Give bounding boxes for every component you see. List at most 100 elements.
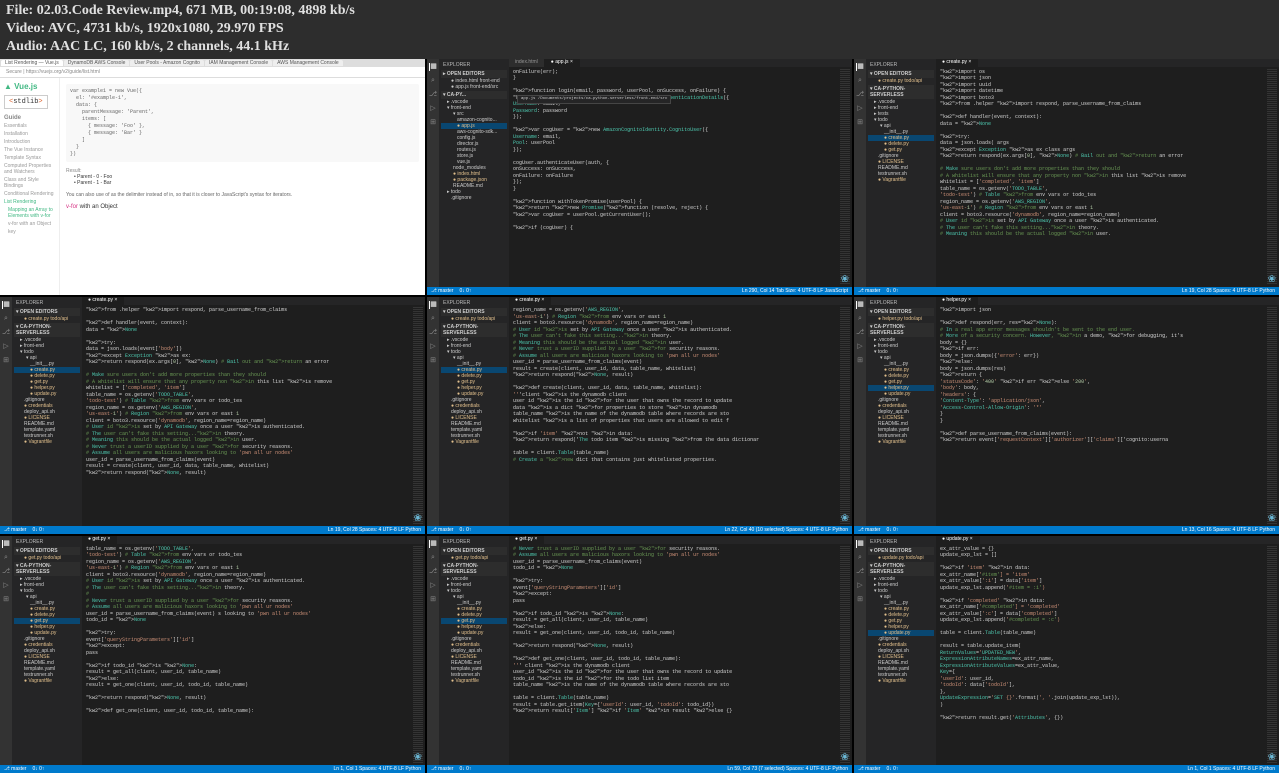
tree-file[interactable]: .gitignore <box>441 195 507 201</box>
minimap[interactable] <box>411 544 425 765</box>
code-editor[interactable]: onFailure(err);} "kw2">function login(em… <box>509 67 852 288</box>
git-branch[interactable]: ⎇ master <box>4 766 26 772</box>
code-editor[interactable]: # Never trust a userID supplied by a use… <box>509 544 852 765</box>
project-root[interactable]: ▾ CA-PYTHON-SERVERLESS <box>14 323 80 337</box>
git-branch[interactable]: ⎇ master <box>431 766 453 772</box>
open-editors[interactable]: ▾ OPEN EDITORS <box>868 70 934 78</box>
files-icon[interactable]: ▦ <box>856 540 864 548</box>
code-editor[interactable]: region_name = os.getenv('AWS_REGION', 'u… <box>509 305 852 526</box>
extensions-icon[interactable]: ⊞ <box>856 357 864 365</box>
editor-tab[interactable]: ● app.js × <box>545 59 580 67</box>
sidebar-item[interactable]: List Rendering <box>4 199 55 205</box>
minimap[interactable] <box>1265 67 1279 288</box>
editor-tab[interactable]: ● get.py × <box>82 536 117 544</box>
code-editor[interactable]: table_name = os.getenv('TODO_TABLE', 'to… <box>82 544 425 765</box>
git-sync[interactable]: 0↓ 0↑ <box>459 288 471 294</box>
files-icon[interactable]: ▦ <box>429 63 437 71</box>
git-sync[interactable]: 0↓ 0↑ <box>886 527 898 533</box>
browser-tab[interactable]: AWS Management Console <box>273 60 343 66</box>
git-branch[interactable]: ⎇ master <box>858 766 880 772</box>
sidebar-subitem[interactable]: Mapping an Array to Elements with v-for <box>4 207 55 219</box>
open-file[interactable]: ● create.py todo/api <box>868 78 934 84</box>
tree-file[interactable]: ● Vagrantfile <box>14 439 80 445</box>
sidebar-item[interactable]: Essentials <box>4 123 55 129</box>
status-right[interactable]: Ln 59, Col 73 (7 selected) Spaces: 4 UTF… <box>727 766 848 772</box>
sidebar-item[interactable]: Class and Style Bindings <box>4 177 55 189</box>
editor-tab[interactable]: ● helper.py × <box>936 297 978 305</box>
project-root[interactable]: ▾ CA-PYTHON-SERVERLESS <box>14 562 80 576</box>
browser-tab[interactable]: DynamoDB AWS Console <box>64 60 130 66</box>
project-root[interactable]: ▾ CA-PYTHON-SERVERLESS <box>441 323 507 337</box>
files-icon[interactable]: ▦ <box>2 540 10 548</box>
git-sync[interactable]: 0↓ 0↑ <box>459 766 471 772</box>
search-icon[interactable]: ⌕ <box>429 554 437 562</box>
git-sync[interactable]: 0↓ 0↑ <box>886 766 898 772</box>
tree-file[interactable]: ● Vagrantfile <box>14 678 80 684</box>
open-editors[interactable]: ▾ OPEN EDITORS <box>441 308 507 316</box>
open-file[interactable]: ● get.py todo/api <box>14 555 80 561</box>
code-editor[interactable]: "kw2">import os"kw2">import json"kw2">im… <box>936 67 1279 288</box>
extensions-icon[interactable]: ⊞ <box>2 357 10 365</box>
open-file[interactable]: ● get.py todo/api <box>441 555 507 561</box>
git-icon[interactable]: ⎇ <box>429 91 437 99</box>
extensions-icon[interactable]: ⊞ <box>429 596 437 604</box>
debug-icon[interactable]: ▷ <box>2 582 10 590</box>
sidebar-item[interactable]: Installation <box>4 131 55 137</box>
sidebar-item[interactable]: Introduction <box>4 139 55 145</box>
code-editor[interactable]: "kw2">import json "kw2">def respond(err,… <box>936 305 1279 526</box>
tree-file[interactable]: ● Vagrantfile <box>868 177 934 183</box>
git-icon[interactable]: ⎇ <box>856 568 864 576</box>
git-branch[interactable]: ⎇ master <box>431 288 453 294</box>
extensions-icon[interactable]: ⊞ <box>2 596 10 604</box>
extensions-icon[interactable]: ⊞ <box>856 596 864 604</box>
files-icon[interactable]: ▦ <box>856 63 864 71</box>
sidebar-subitem[interactable]: v-for with an Object <box>4 221 55 227</box>
debug-icon[interactable]: ▷ <box>856 343 864 351</box>
status-right[interactable]: Ln 19, Col 28 Spaces: 4 UTF-8 LF Python <box>1182 288 1275 294</box>
project-root[interactable]: ▾ CA-PYTHON-SERVERLESS <box>868 323 934 337</box>
browser-tab[interactable]: IAM Management Console <box>205 60 272 66</box>
tree-file[interactable]: ● Vagrantfile <box>868 439 934 445</box>
open-editors[interactable]: ▾ OPEN EDITORS <box>868 308 934 316</box>
status-right[interactable]: Ln 19, Col 28 Spaces: 4 UTF-8 LF Python <box>328 527 421 533</box>
git-icon[interactable]: ⎇ <box>2 329 10 337</box>
git-branch[interactable]: ⎇ master <box>4 527 26 533</box>
browser-tab[interactable]: List Rendering — Vue.js <box>1 60 63 66</box>
search-icon[interactable]: ⌕ <box>856 77 864 85</box>
open-file[interactable]: ● update.py todo/api <box>868 555 934 561</box>
editor-tab[interactable]: ● update.py × <box>936 536 980 544</box>
debug-icon[interactable]: ▷ <box>429 343 437 351</box>
git-sync[interactable]: 0↓ 0↑ <box>459 527 471 533</box>
git-icon[interactable]: ⎇ <box>429 568 437 576</box>
open-editors[interactable]: ▾ OPEN EDITORS <box>14 308 80 316</box>
git-sync[interactable]: 0↓ 0↑ <box>32 527 44 533</box>
open-editors[interactable]: ▾ OPEN EDITORS <box>441 547 507 555</box>
open-file[interactable]: ● app.js front-end/src <box>441 84 507 90</box>
files-icon[interactable]: ▦ <box>856 301 864 309</box>
git-sync[interactable]: 0↓ 0↑ <box>886 288 898 294</box>
minimap[interactable] <box>838 67 852 288</box>
debug-icon[interactable]: ▷ <box>429 582 437 590</box>
address-bar[interactable]: Secure | https://vuejs.org/v2/guide/list… <box>0 67 425 78</box>
open-file[interactable]: ● index.html front-end <box>441 78 507 84</box>
open-editors[interactable]: ▾ OPEN EDITORS <box>14 547 80 555</box>
search-icon[interactable]: ⌕ <box>2 554 10 562</box>
open-editors[interactable]: ▸ OPEN EDITORS <box>441 70 507 78</box>
editor-tab[interactable]: ● get.py × <box>509 536 544 544</box>
files-icon[interactable]: ▦ <box>2 301 10 309</box>
status-right[interactable]: Ln 22, Col 40 (10 selected) Spaces: 4 UT… <box>725 527 848 533</box>
git-branch[interactable]: ⎇ master <box>858 288 880 294</box>
extensions-icon[interactable]: ⊞ <box>429 357 437 365</box>
code-editor[interactable]: "kw2">from .helper "kw2">import respond,… <box>82 305 425 526</box>
search-icon[interactable]: ⌕ <box>2 315 10 323</box>
git-branch[interactable]: ⎇ master <box>858 527 880 533</box>
files-icon[interactable]: ▦ <box>429 301 437 309</box>
editor-tab[interactable]: ● create.py × <box>936 59 978 67</box>
git-sync[interactable]: 0↓ 0↑ <box>32 766 44 772</box>
tree-file[interactable]: ● Vagrantfile <box>441 678 507 684</box>
sidebar-subitem[interactable]: key <box>4 229 55 235</box>
open-file[interactable]: ● create.py todo/api <box>14 316 80 322</box>
open-file[interactable]: ● helper.py todo/api <box>868 316 934 322</box>
project-root[interactable]: ▾ CA-PYTHON-SERVERLESS <box>868 562 934 576</box>
git-icon[interactable]: ⎇ <box>856 329 864 337</box>
